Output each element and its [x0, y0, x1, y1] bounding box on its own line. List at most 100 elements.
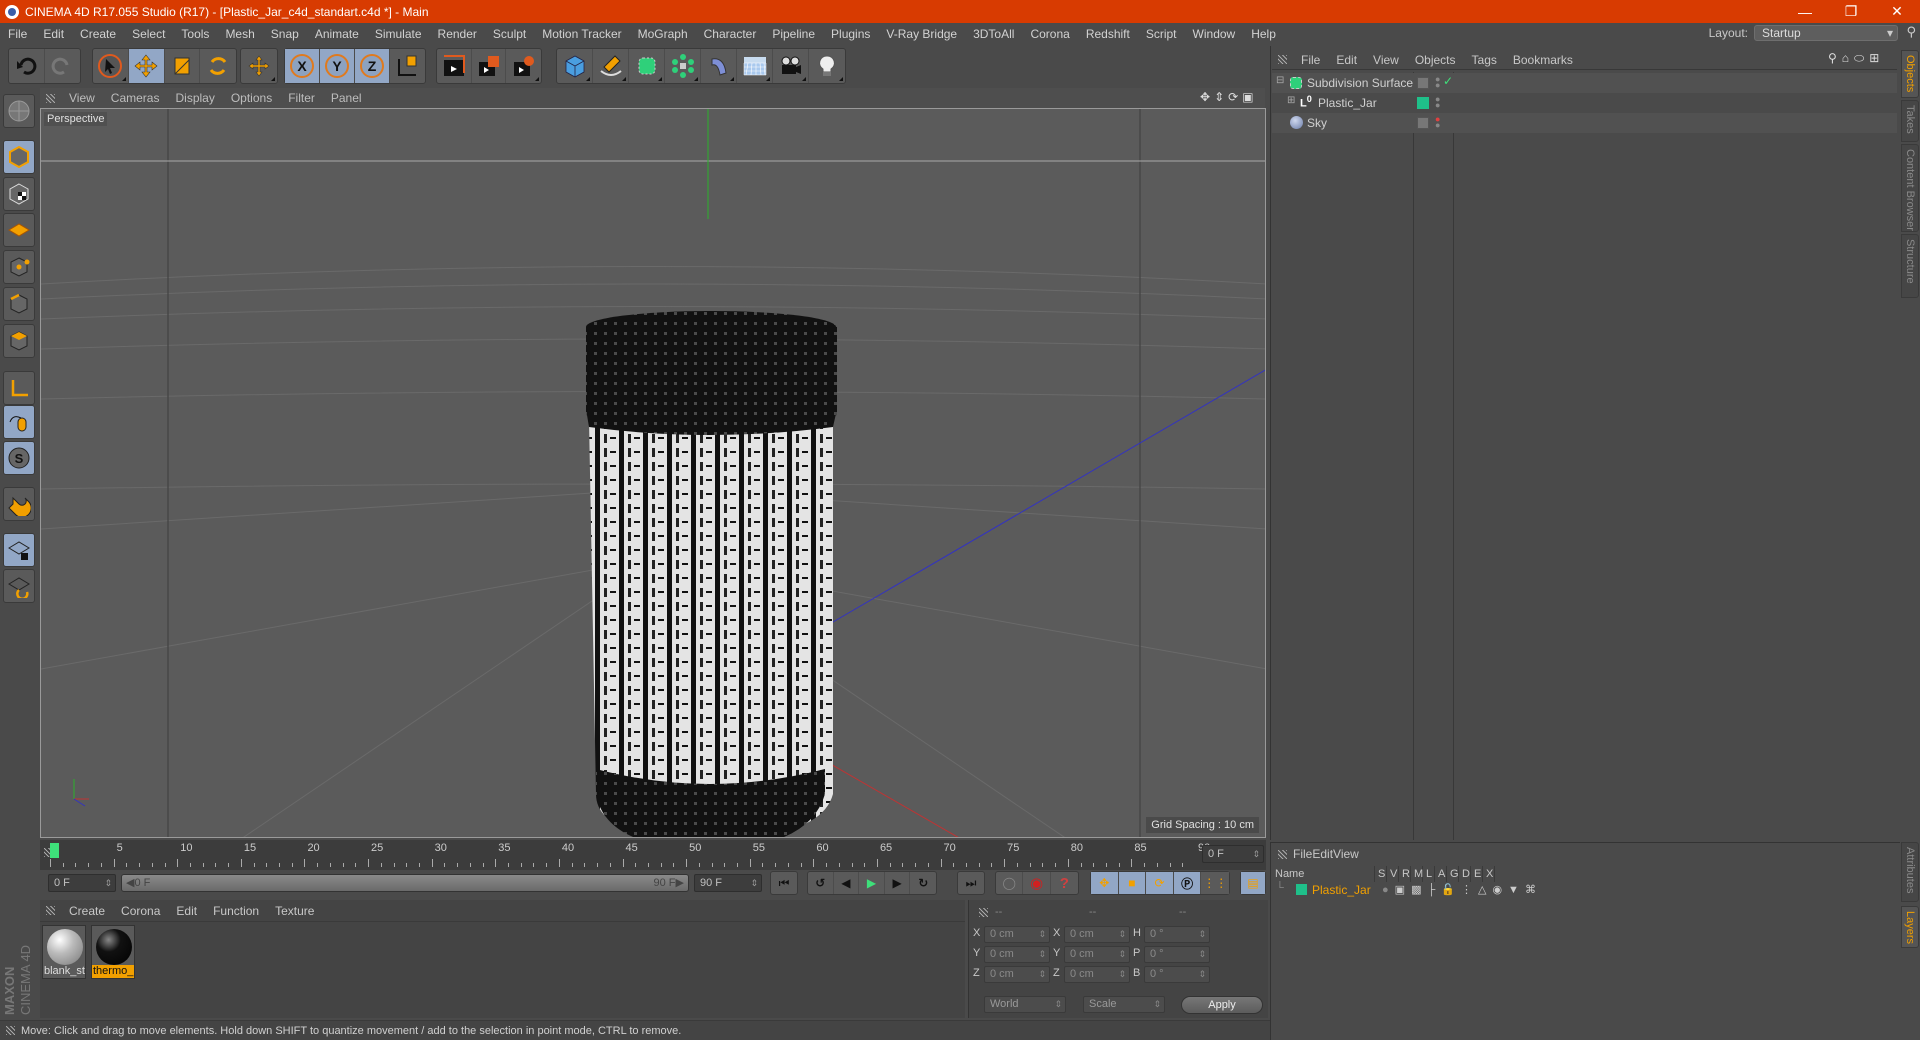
tab-objects[interactable]: Objects — [1901, 50, 1919, 98]
camera-icon[interactable] — [773, 49, 809, 83]
y-axis-lock-icon[interactable]: Y — [320, 49, 355, 83]
xref-icon[interactable]: ⌘ — [1525, 882, 1536, 898]
light-icon[interactable] — [809, 49, 845, 83]
edges-mode-icon[interactable] — [3, 287, 35, 321]
perspective-viewport[interactable]: Perspective Grid Spacing : 10 cm — [40, 108, 1266, 838]
object-menu-file[interactable]: File — [1293, 53, 1328, 67]
timeline-icon[interactable]: ▤ — [1241, 872, 1265, 894]
menu-select[interactable]: Select — [124, 27, 173, 41]
transform-mode-select[interactable]: Scale — [1083, 996, 1165, 1013]
polygons-mode-icon[interactable] — [3, 324, 35, 358]
object-menu-edit[interactable]: Edit — [1328, 53, 1365, 67]
layer-column-header[interactable]: Name — [1272, 866, 1375, 882]
enabled-check-icon[interactable]: ✓ — [1443, 74, 1453, 88]
size-field[interactable]: 0 cm — [1064, 926, 1130, 943]
close-icon[interactable]: ✕ — [1874, 0, 1920, 23]
size-field[interactable]: 0 cm — [1064, 946, 1130, 963]
layer-column-header[interactable]: V — [1387, 866, 1399, 882]
end-frame-field[interactable]: 90 F ⇕ — [694, 874, 762, 892]
tab-attributes[interactable]: Attributes — [1901, 842, 1919, 902]
expressions-icon[interactable]: ▼ — [1508, 882, 1519, 898]
layout-select[interactable]: Startup — [1754, 25, 1898, 41]
position-field[interactable]: 0 cm — [984, 926, 1050, 943]
render-settings-icon[interactable] — [506, 49, 541, 83]
key-position-icon[interactable]: ✥ — [1091, 872, 1119, 894]
go-to-start-icon[interactable]: ⏮ — [771, 872, 797, 894]
rotation-field[interactable]: 0 ° — [1144, 926, 1210, 943]
visibility-dots-icon[interactable]: ● ● — [1435, 75, 1440, 90]
layer-name[interactable]: Plastic_Jar — [1312, 882, 1371, 898]
dolly-icon[interactable]: ⇕ — [1214, 90, 1224, 104]
viewport-menu-cameras[interactable]: Cameras — [103, 91, 168, 105]
lock-icon[interactable]: 🔓 — [1441, 882, 1455, 898]
menu-create[interactable]: Create — [72, 27, 124, 41]
search-icon[interactable]: ⚲ — [1828, 51, 1837, 66]
layer-column-header[interactable]: G — [1447, 866, 1459, 882]
autokey-icon[interactable]: ◉ — [1023, 872, 1051, 894]
menu-help[interactable]: Help — [1243, 27, 1284, 41]
visibility-dots-icon[interactable]: ● ● — [1435, 115, 1440, 130]
play-icon[interactable]: ▶ — [859, 872, 885, 894]
orbit-icon[interactable]: ⟳ — [1228, 90, 1238, 104]
view-icon[interactable]: ▣ — [1395, 882, 1405, 898]
layer-column-header[interactable]: R — [1399, 866, 1411, 882]
manager-icon[interactable]: ├ — [1427, 882, 1435, 898]
viewport-menu-options[interactable]: Options — [223, 91, 280, 105]
generators-icon[interactable]: △ — [1478, 882, 1486, 898]
go-to-end-button[interactable]: ⏭ — [957, 871, 985, 895]
render-icon[interactable]: ▩ — [1411, 882, 1421, 898]
layer-color-icon[interactable] — [1417, 97, 1429, 109]
deformers-icon[interactable]: ◉ — [1492, 882, 1502, 898]
visibility-dots-icon[interactable]: ● ● — [1435, 95, 1440, 110]
menu-animate[interactable]: Animate — [307, 27, 367, 41]
layer-column-header[interactable]: D — [1459, 866, 1471, 882]
workplane-icon[interactable] — [3, 213, 35, 247]
cube-icon[interactable] — [557, 49, 593, 83]
soft-selection-icon[interactable]: S — [3, 441, 35, 475]
rotate-icon[interactable] — [200, 49, 236, 83]
layer-column-header[interactable]: L — [1423, 866, 1435, 882]
menu-mesh[interactable]: Mesh — [217, 27, 262, 41]
go-to-end-icon[interactable]: ⏭ — [958, 872, 984, 894]
render-tag-icon[interactable] — [1417, 117, 1429, 129]
expand-icon[interactable]: ⊞ — [1287, 95, 1295, 106]
menu-window[interactable]: Window — [1185, 27, 1244, 41]
object-name[interactable]: Sky — [1307, 113, 1327, 133]
workplane-lock-icon[interactable] — [3, 533, 35, 567]
menu-corona[interactable]: Corona — [1022, 27, 1077, 41]
tab-takes[interactable]: Takes — [1901, 100, 1919, 142]
key-param-icon[interactable]: Ⓟ — [1173, 872, 1202, 894]
home-icon[interactable]: ⌂ — [1842, 51, 1849, 66]
axis-mode-icon[interactable] — [3, 371, 35, 405]
menu-3dtoall[interactable]: 3DToAll — [965, 27, 1022, 41]
position-field[interactable]: 0 cm — [984, 946, 1050, 963]
layer-menu-view[interactable]: View — [1333, 847, 1359, 861]
viewport-menu-filter[interactable]: Filter — [280, 91, 323, 105]
tweak-mode-icon[interactable] — [3, 405, 35, 439]
z-axis-lock-icon[interactable]: Z — [355, 49, 390, 83]
points-mode-icon[interactable] — [3, 250, 35, 284]
next-key-icon[interactable]: ↻ — [910, 872, 936, 894]
key-rotation-icon[interactable]: ⟳ — [1146, 872, 1174, 894]
render-picture-viewer-icon[interactable] — [472, 49, 507, 83]
coordinate-space-select[interactable]: World — [984, 996, 1066, 1013]
previous-key-icon[interactable]: ↺ — [808, 872, 834, 894]
array-icon[interactable] — [665, 49, 701, 83]
snap-icon[interactable] — [3, 487, 35, 521]
animation-icon[interactable]: ⋮ — [1461, 882, 1472, 898]
layer-column-header[interactable]: M — [1411, 866, 1423, 882]
object-menu-bookmarks[interactable]: Bookmarks — [1505, 53, 1581, 67]
timeline-ruler[interactable]: 051015202530354045505560657075808590 — [40, 840, 1266, 870]
current-frame-field[interactable]: 0 F ⇕ — [1202, 845, 1264, 863]
layer-column-header[interactable]: S — [1375, 866, 1387, 882]
viewport-menu-display[interactable]: Display — [167, 91, 222, 105]
menu-v-ray-bridge[interactable]: V-Ray Bridge — [878, 27, 965, 41]
viewport-menu-view[interactable]: View — [61, 91, 103, 105]
search-icon[interactable]: ⚲ — [1906, 24, 1916, 40]
material-menu-edit[interactable]: Edit — [168, 904, 205, 918]
apply-button[interactable]: Apply — [1181, 996, 1263, 1014]
layer-menu-edit[interactable]: Edit — [1312, 847, 1333, 861]
menu-character[interactable]: Character — [696, 27, 765, 41]
playhead[interactable] — [50, 843, 59, 858]
timeline-button[interactable]: ▤ — [1240, 871, 1266, 895]
